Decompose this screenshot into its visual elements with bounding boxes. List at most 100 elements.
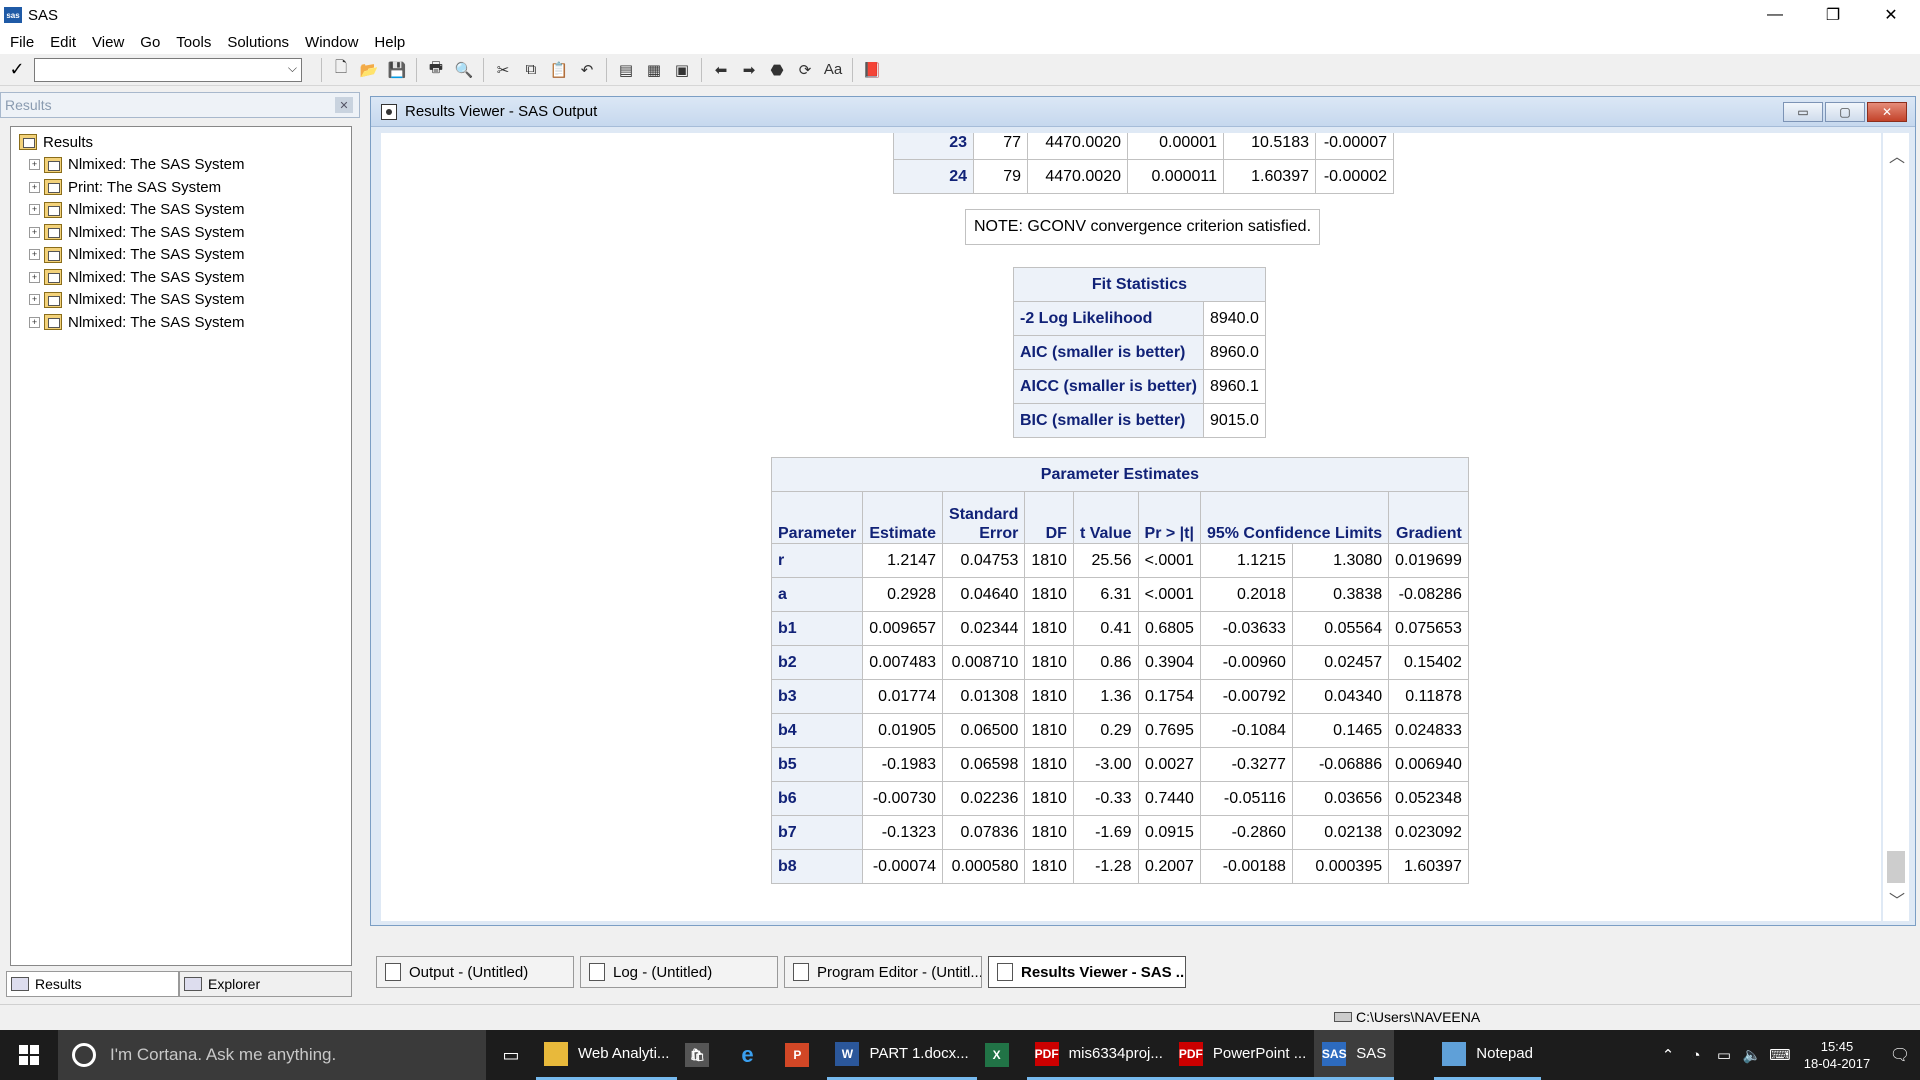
tree-item[interactable]: + Nlmixed: The SAS System [11,244,351,267]
tree-root-results[interactable]: Results [11,131,351,154]
menu-help[interactable]: Help [368,34,415,51]
cell-value: -1.28 [1072,849,1139,884]
clock[interactable]: 15:45 18-04-2017 [1794,1038,1880,1072]
menu-window[interactable]: Window [299,34,368,51]
help-book-icon[interactable]: 📕 [858,58,886,82]
stop-icon[interactable]: ⬣ [763,58,791,82]
taskbar-app-edge[interactable]: e [727,1030,777,1080]
results-viewer-icon [381,103,397,120]
tab-explorer[interactable]: Explorer [179,971,352,997]
restore-button[interactable]: ❐ [1804,0,1862,30]
scroll-thumb[interactable] [1887,851,1905,883]
parameter-name: a [770,577,864,612]
explorer-icon[interactable]: ▦ [640,58,668,82]
tree-item[interactable]: + Nlmixed: The SAS System [11,289,351,312]
start-button[interactable] [0,1030,58,1080]
vertical-scrollbar[interactable]: ︿ ﹀ [1883,133,1909,921]
current-directory[interactable]: C:\Users\NAVEENA [1334,1009,1480,1025]
expand-icon[interactable]: + [29,159,40,171]
cell-value: 0.2007 [1137,849,1201,884]
taskbar-app-sas[interactable]: SAS SAS [1314,1030,1395,1080]
sas-app-icon: sas [4,7,22,23]
cell-value: 0.023092 [1388,815,1469,850]
cortana-search[interactable]: I'm Cortana. Ask me anything. [58,1030,486,1080]
taskbar-app-powerpoint[interactable]: PDF PowerPoint ... [1170,1030,1315,1080]
cell-value: -0.3277 [1199,747,1293,782]
undo-icon[interactable]: ↶ [573,58,601,82]
expand-icon[interactable]: + [29,181,40,193]
taskbar-app-store[interactable]: 🛍 [677,1030,727,1080]
cell-value: 0.02344 [942,611,1026,646]
task-view-icon[interactable]: ▭ [486,1045,536,1066]
menu-view[interactable]: View [86,34,134,51]
menu-edit[interactable]: Edit [44,34,86,51]
tab-log[interactable]: Log - (Untitled) [580,956,778,988]
battery-icon[interactable]: ▭ [1710,1046,1738,1064]
minimize-button[interactable]: — [1746,0,1804,30]
command-input[interactable]: ⌵ [34,57,302,82]
new-file-icon[interactable]: 🗋 [327,58,355,82]
submit-check-icon[interactable]: ✓ [0,59,34,80]
menu-tools[interactable]: Tools [170,34,221,51]
cell-value: 1810 [1024,645,1074,680]
scroll-down-icon[interactable]: ﹀ [1889,887,1905,911]
network-icon[interactable]: ◔ [1682,1047,1710,1064]
notification-icon[interactable]: 🗨 [1880,1045,1920,1065]
tree-item[interactable]: + Nlmixed: The SAS System [11,199,351,222]
chevron-down-icon[interactable]: ⌵ [288,61,297,76]
cell-value: 0.02236 [942,781,1026,816]
table-row: r 1.2147 0.04753 1810 25.56 <.0001 1.1215 1.308… [770,543,1469,578]
cell-value: 1810 [1024,849,1074,884]
library-icon[interactable]: ▤ [612,58,640,82]
copy-icon[interactable]: ⧉ [517,58,545,82]
expand-icon[interactable]: + [29,226,40,238]
cut-icon[interactable]: ✂ [489,58,517,82]
tree-item[interactable]: + Nlmixed: The SAS System [11,311,351,334]
table-row: b6 -0.00730 0.02236 1810 -0.33 0.7440 -0.05116… [770,781,1469,816]
taskbar-app-excel[interactable]: X [977,1030,1027,1080]
expand-icon[interactable]: + [29,294,40,306]
volume-icon[interactable]: 🔈 [1738,1046,1766,1064]
print-icon[interactable]: 🖶 [422,58,450,82]
menu-go[interactable]: Go [134,34,170,51]
back-arrow-icon[interactable]: ⬅ [707,58,735,82]
expand-icon[interactable]: + [29,316,40,328]
close-pane-icon[interactable]: ✕ [335,97,353,113]
cell-value: -0.33 [1072,781,1139,816]
taskbar-app-notepad[interactable]: Notepad [1434,1030,1541,1080]
tree-item[interactable]: + Print: The SAS System [11,176,351,199]
results-icon[interactable]: ▣ [668,58,696,82]
menu-solutions[interactable]: Solutions [221,34,299,51]
chevron-up-icon[interactable]: ⌃ [1654,1046,1682,1064]
viewer-maximize-button[interactable]: ▢ [1825,102,1865,122]
cell-value: 0.7695 [1137,713,1201,748]
tree-item[interactable]: + Nlmixed: The SAS System [11,154,351,177]
viewer-minimize-button[interactable]: ▭ [1783,102,1823,122]
tree-item[interactable]: + Nlmixed: The SAS System [11,221,351,244]
tab-results-viewer[interactable]: Results Viewer - SAS ... [988,956,1186,988]
open-folder-icon[interactable]: 📂 [355,58,383,82]
taskbar-app-powerpoint-pinned[interactable]: P [777,1030,827,1080]
tab-results[interactable]: Results [6,971,179,997]
scroll-up-icon[interactable]: ︿ [1889,143,1905,167]
tree-item[interactable]: + Nlmixed: The SAS System [11,266,351,289]
expand-icon[interactable]: + [29,271,40,283]
paste-icon[interactable]: 📋 [545,58,573,82]
close-button[interactable]: ✕ [1862,0,1920,30]
tab-program-editor[interactable]: Program Editor - (Untitl... [784,956,982,988]
viewer-close-button[interactable]: ✕ [1867,102,1907,122]
output-folder-icon [44,224,62,241]
expand-icon[interactable]: + [29,249,40,261]
save-icon[interactable]: 💾 [383,58,411,82]
print-preview-icon[interactable]: 🔍 [450,58,478,82]
forward-arrow-icon[interactable]: ➡ [735,58,763,82]
font-icon[interactable]: Aa [819,58,847,82]
taskbar-app-pdf[interactable]: PDF mis6334proj... [1026,1030,1171,1080]
menu-file[interactable]: File [4,34,44,51]
taskbar-app-explorer[interactable]: Web Analyti... [536,1030,678,1080]
taskbar-app-word[interactable]: W PART 1.docx... [827,1030,977,1080]
expand-icon[interactable]: + [29,204,40,216]
keyboard-icon[interactable]: ⌨ [1766,1046,1794,1064]
tab-output[interactable]: Output - (Untitled) [376,956,574,988]
refresh-icon[interactable]: ⟳ [791,58,819,82]
